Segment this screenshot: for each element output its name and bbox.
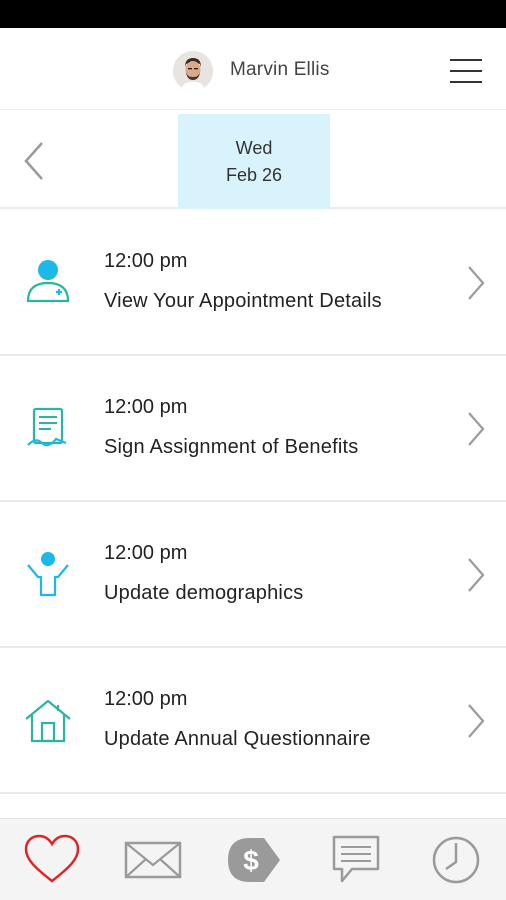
status-bar [0,0,506,28]
mail-icon[interactable] [123,833,183,887]
task-row-update-demographics[interactable]: 12:00 pm Update demographics [0,502,506,648]
chevron-right-icon [464,703,488,739]
task-row-appointment-details[interactable]: 12:00 pm View Your Appointment Details [0,210,506,356]
avatar[interactable] [173,51,213,91]
chevron-right-icon [464,411,488,447]
heart-icon[interactable] [22,833,82,887]
home-icon [22,695,74,747]
task-row-annual-questionnaire[interactable]: 12:00 pm Update Annual Questionnaire [0,648,506,794]
task-title: Update Annual Questionnaire [104,728,371,750]
task-title: Sign Assignment of Benefits [104,436,359,458]
task-list: 12:00 pm View Your Appointment Details 1… [0,210,506,794]
dollar-tag-icon[interactable]: $ [224,833,284,887]
chevron-right-icon [464,557,488,593]
date-date-label: Feb 26 [225,165,283,185]
date-bar: Wed Feb 26 [0,112,506,209]
selected-date-chip[interactable]: Wed Feb 26 [178,114,330,209]
user-name: Marvin Ellis [230,59,330,80]
task-row-assignment-of-benefits[interactable]: 12:00 pm Sign Assignment of Benefits [0,356,506,502]
svg-text:$: $ [243,845,259,876]
task-time: 12:00 pm [104,250,188,272]
person-raised-arms-icon [22,549,74,601]
doctor-icon [22,257,74,309]
chevron-right-icon [464,265,488,301]
task-time: 12:00 pm [104,396,188,418]
chat-bubble-icon[interactable] [326,833,386,887]
bottom-tab-bar: $ [0,818,506,900]
chevron-left-icon[interactable] [18,140,52,182]
hamburger-menu-icon[interactable] [448,57,484,85]
clock-icon[interactable] [428,833,488,887]
task-title: Update demographics [104,582,304,604]
signature-document-icon [22,403,74,455]
task-time: 12:00 pm [104,688,188,710]
date-day-label: Wed [235,138,273,158]
task-time: 12:00 pm [104,542,188,564]
app-header: Marvin Ellis [0,28,506,110]
task-title: View Your Appointment Details [104,290,382,312]
